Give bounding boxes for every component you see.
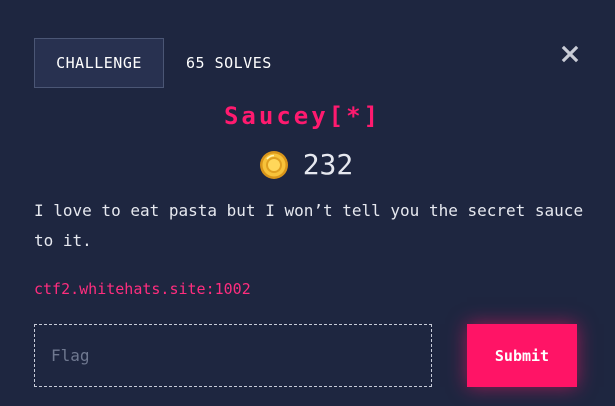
close-icon[interactable] (559, 43, 581, 65)
points-value: 232 (302, 148, 354, 181)
challenge-tabs: CHALLENGE 65 SOLVES (34, 37, 272, 89)
challenge-description: I love to eat pasta but I won’t tell you… (34, 201, 584, 250)
points-display: 232 (0, 148, 612, 181)
tab-solves[interactable]: 65 SOLVES (186, 54, 272, 72)
submit-button[interactable]: Submit (467, 324, 577, 387)
coin-icon (259, 150, 288, 179)
challenge-link[interactable]: ctf2.whitehats.site:1002 (34, 280, 251, 298)
flag-input[interactable] (34, 324, 432, 387)
challenge-title: Saucey[*] (223, 102, 382, 130)
tab-challenge[interactable]: CHALLENGE (34, 38, 164, 88)
